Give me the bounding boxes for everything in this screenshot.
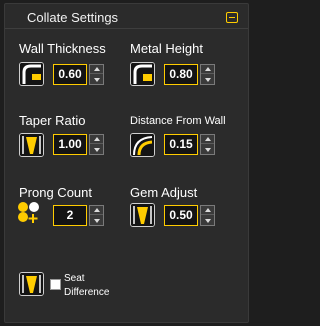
distance-from-wall-icon[interactable] bbox=[130, 133, 155, 157]
taper-ratio-decrement-button[interactable] bbox=[90, 145, 103, 154]
prong-count-label: Prong Count bbox=[19, 185, 92, 200]
prong-count-icon[interactable] bbox=[17, 201, 42, 225]
gem-adjust-increment-button[interactable] bbox=[201, 206, 214, 215]
wall-thickness-input[interactable]: 0.60 bbox=[53, 64, 87, 85]
wall-thickness-label: Wall Thickness bbox=[19, 41, 106, 56]
wall-thickness-spinner[interactable] bbox=[89, 64, 104, 85]
taper-ratio-input[interactable]: 1.00 bbox=[53, 134, 87, 155]
gem-adjust-label: Gem Adjust bbox=[130, 185, 198, 200]
gem-adjust-spinner[interactable] bbox=[200, 205, 215, 226]
gem-adjust-icon[interactable] bbox=[130, 203, 155, 227]
prong-count-input[interactable]: 2 bbox=[53, 205, 87, 226]
taper-ratio-increment-button[interactable] bbox=[90, 135, 103, 144]
prong-count-spinner[interactable] bbox=[89, 205, 104, 226]
gem-adjust-input[interactable]: 0.50 bbox=[164, 205, 198, 226]
metal-height-input[interactable]: 0.80 bbox=[164, 64, 198, 85]
wall-thickness-decrement-button[interactable] bbox=[90, 75, 103, 84]
taper-ratio-label: Taper Ratio bbox=[19, 113, 86, 128]
wall-thickness-icon[interactable] bbox=[19, 62, 44, 86]
wall-thickness-increment-button[interactable] bbox=[90, 65, 103, 74]
taper-ratio-spinner[interactable] bbox=[89, 134, 104, 155]
collapse-button[interactable] bbox=[226, 12, 238, 23]
distance-from-wall-increment-button[interactable] bbox=[201, 135, 214, 144]
seat-difference-label-line2: Difference bbox=[64, 287, 110, 298]
metal-height-label: Metal Height bbox=[130, 41, 203, 56]
distance-from-wall-input[interactable]: 0.15 bbox=[164, 134, 198, 155]
prong-count-decrement-button[interactable] bbox=[90, 216, 103, 225]
metal-height-spinner[interactable] bbox=[200, 64, 215, 85]
metal-height-icon[interactable] bbox=[130, 62, 155, 86]
taper-ratio-icon[interactable] bbox=[19, 133, 44, 157]
distance-from-wall-decrement-button[interactable] bbox=[201, 145, 214, 154]
distance-from-wall-spinner[interactable] bbox=[200, 134, 215, 155]
gem-adjust-decrement-button[interactable] bbox=[201, 216, 214, 225]
prong-count-increment-button[interactable] bbox=[90, 206, 103, 215]
panel-header: Collate Settings bbox=[5, 4, 248, 29]
seat-difference-label-line1: Seat bbox=[64, 273, 85, 284]
distance-from-wall-label: Distance From Wall bbox=[130, 115, 226, 127]
seat-difference-icon[interactable] bbox=[19, 272, 44, 296]
metal-height-decrement-button[interactable] bbox=[201, 75, 214, 84]
seat-difference-checkbox[interactable] bbox=[50, 279, 61, 290]
panel-title: Collate Settings bbox=[27, 10, 119, 25]
metal-height-increment-button[interactable] bbox=[201, 65, 214, 74]
